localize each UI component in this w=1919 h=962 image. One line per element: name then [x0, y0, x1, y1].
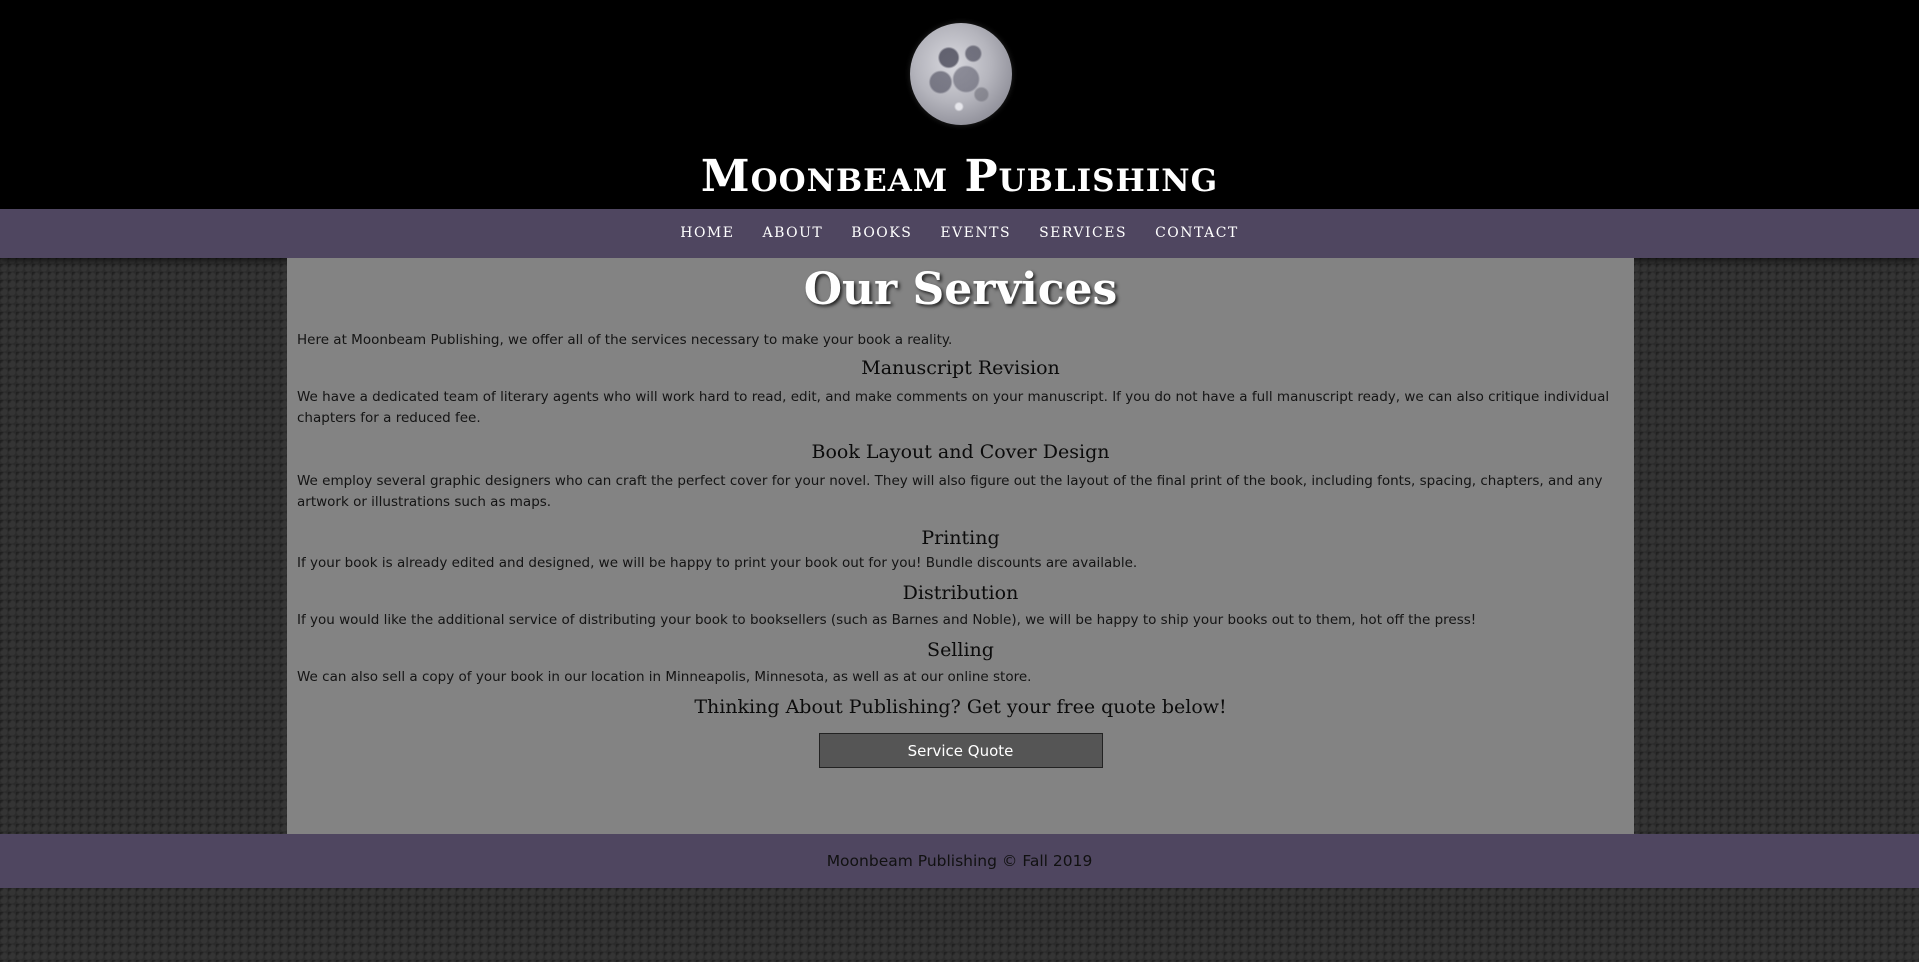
section-text-manuscript-revision: We have a dedicated team of literary age…: [297, 389, 1610, 426]
main-content: Our Services Here at Moonbeam Publishing…: [287, 258, 1634, 834]
moon-icon: [910, 23, 1012, 125]
section-text-distribution: If you would like the additional service…: [297, 612, 1477, 628]
section-heading-distribution: Distribution: [902, 582, 1019, 604]
footer-text: Moonbeam Publishing © Fall 2019: [826, 852, 1093, 870]
site-title: Moonbeam Publishing: [700, 151, 1219, 202]
nav-item-about[interactable]: ABOUT: [762, 209, 823, 258]
section-heading-selling: Selling: [927, 639, 994, 661]
nav-item-home[interactable]: HOME: [680, 209, 734, 258]
page-title: Our Services: [803, 264, 1118, 315]
service-quote-button[interactable]: Service Quote: [818, 733, 1103, 768]
section-heading-book-layout: Book Layout and Cover Design: [811, 441, 1110, 463]
main-nav: HOME ABOUT BOOKS EVENTS SERVICES CONTACT: [0, 209, 1919, 258]
section-text-book-layout: We employ several graphic designers who …: [297, 473, 1603, 510]
nav-item-books[interactable]: BOOKS: [851, 209, 912, 258]
section-heading-printing: Printing: [921, 527, 1000, 549]
section-heading-manuscript-revision: Manuscript Revision: [861, 357, 1060, 379]
intro-text: Here at Moonbeam Publishing, we offer al…: [297, 332, 953, 348]
cta-button-wrap: Service Quote: [297, 733, 1624, 768]
nav-item-contact[interactable]: CONTACT: [1155, 209, 1239, 258]
section-text-selling: We can also sell a copy of your book in …: [297, 669, 1032, 685]
site-header: Moonbeam Publishing: [0, 0, 1919, 209]
cta-heading: Thinking About Publishing? Get your free…: [694, 696, 1227, 718]
nav-item-events[interactable]: EVENTS: [940, 209, 1011, 258]
site-footer: Moonbeam Publishing © Fall 2019: [0, 834, 1919, 888]
section-text-printing: If your book is already edited and desig…: [297, 555, 1138, 571]
nav-item-services[interactable]: SERVICES: [1039, 209, 1127, 258]
